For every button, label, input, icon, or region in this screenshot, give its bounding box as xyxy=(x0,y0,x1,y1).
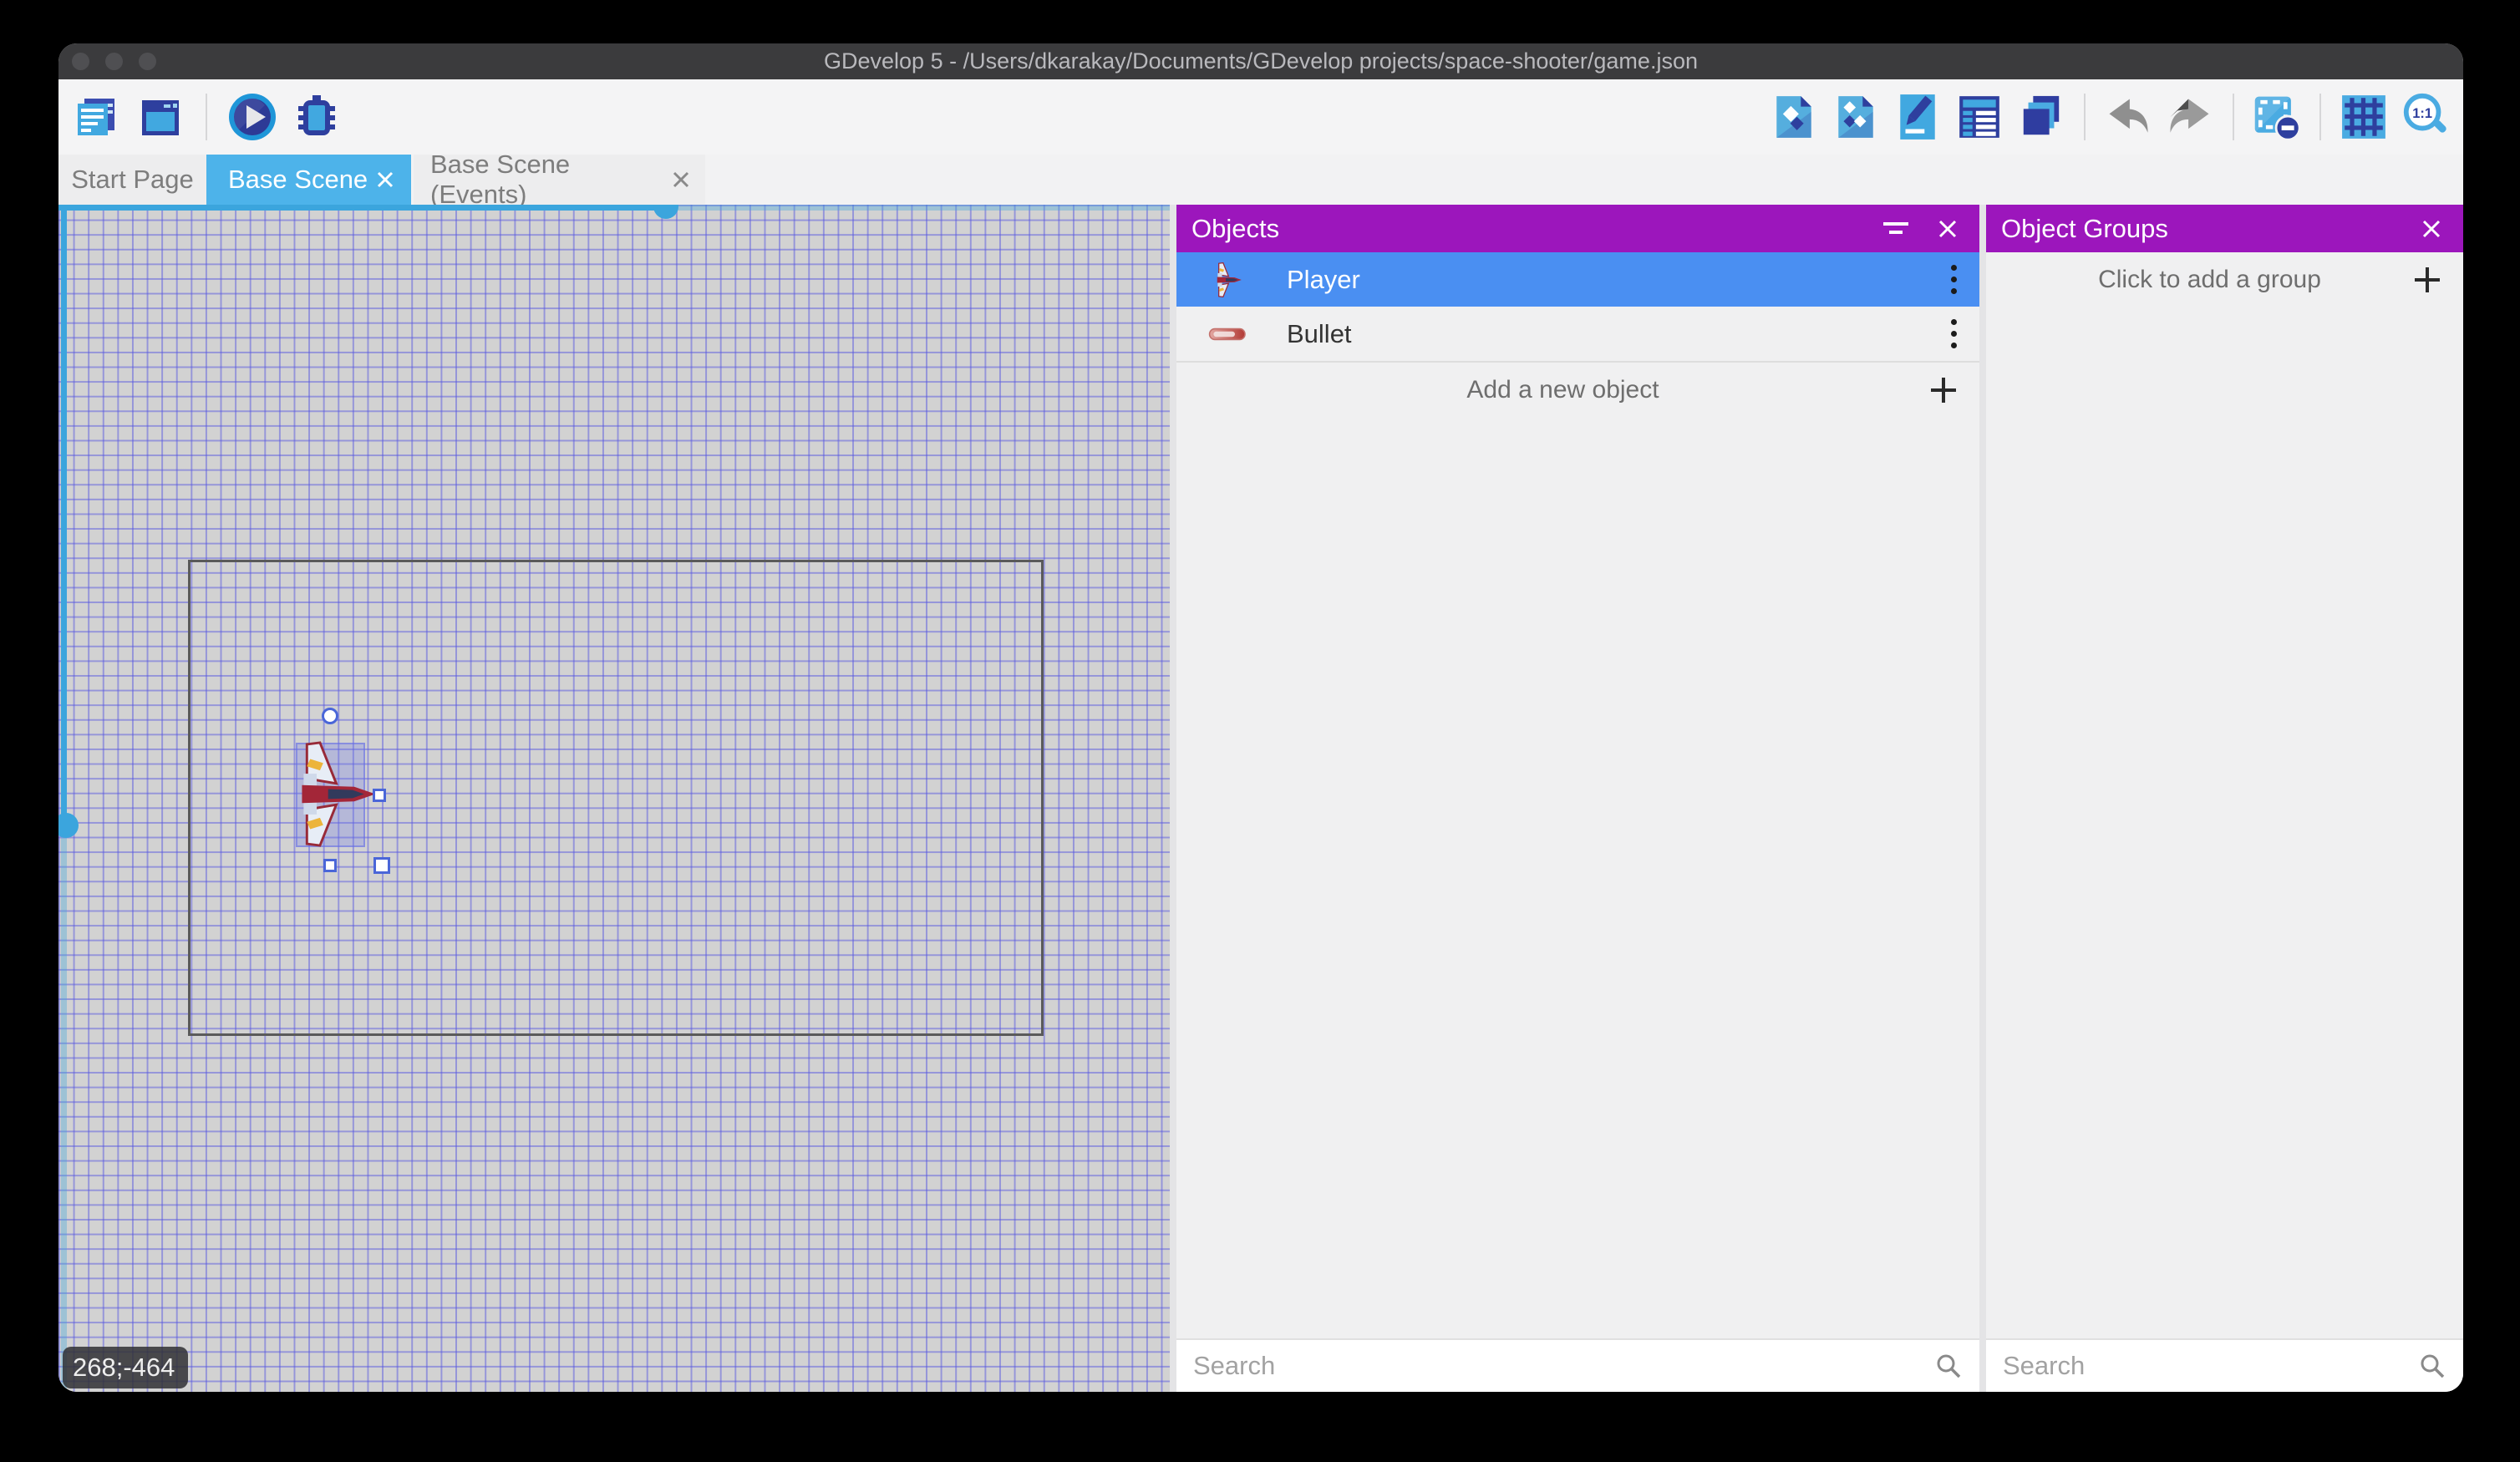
toolbar: 1:1 xyxy=(58,79,2463,155)
screen-background: GDevelop 5 - /Users/dkarakay/Documents/G… xyxy=(0,0,2520,1462)
close-icon[interactable] xyxy=(2416,214,2446,244)
tab-label: Base Scene xyxy=(228,165,368,195)
object-name: Player xyxy=(1287,265,1941,295)
search-icon xyxy=(2418,1352,2446,1380)
object-groups-panel-title: Object Groups xyxy=(2001,214,2168,244)
object-name: Bullet xyxy=(1287,319,1941,349)
zoom-one-to-one-icon[interactable]: 1:1 xyxy=(2401,92,2451,142)
object-groups-panel: Object Groups Click to add a group xyxy=(1986,205,2463,1392)
resize-handle-corner[interactable] xyxy=(373,857,390,874)
horizontal-scrollbar[interactable] xyxy=(58,205,1170,211)
add-object-button[interactable]: Add a new object xyxy=(1176,363,1979,418)
objects-search-input[interactable] xyxy=(1191,1350,1934,1382)
object-groups-panel-header: Object Groups xyxy=(1986,205,2463,252)
resize-handle-right[interactable] xyxy=(373,789,386,802)
debug-icon[interactable] xyxy=(292,92,342,142)
resize-handle-bottom[interactable] xyxy=(323,859,337,872)
objects-panel-header: Objects xyxy=(1176,205,1979,252)
toolbar-separator xyxy=(206,94,207,140)
toggle-mask-icon[interactable] xyxy=(2252,92,2302,142)
instances-list-icon[interactable] xyxy=(1954,92,2004,142)
search-icon xyxy=(1934,1352,1963,1380)
bullet-thumbnail xyxy=(1208,317,1248,352)
tab-close-icon[interactable] xyxy=(668,165,695,194)
toolbar-separator xyxy=(2233,94,2234,140)
rotate-handle[interactable] xyxy=(322,708,338,724)
svg-text:1:1: 1:1 xyxy=(2412,106,2432,121)
gdevelop-window: GDevelop 5 - /Users/dkarakay/Documents/G… xyxy=(58,43,2463,1392)
plus-icon xyxy=(1928,375,1959,405)
player-ship-thumbnail xyxy=(1208,262,1248,297)
pane-divider xyxy=(1979,205,1986,1392)
object-groups-icon[interactable] xyxy=(1831,92,1881,142)
close-window-button[interactable] xyxy=(72,53,89,70)
add-group-button[interactable]: Click to add a group xyxy=(1986,252,2463,307)
layers-panel-icon[interactable] xyxy=(2016,92,2066,142)
add-group-label: Click to add a group xyxy=(2007,266,2412,294)
tab-bar: Start Page Base Scene Base Scene (Events… xyxy=(58,155,2463,205)
objects-panel-icon[interactable] xyxy=(1769,92,1819,142)
titlebar: GDevelop 5 - /Users/dkarakay/Documents/G… xyxy=(58,43,2463,79)
minimize-window-button[interactable] xyxy=(105,53,123,70)
plus-icon xyxy=(2412,265,2442,295)
toggle-grid-icon[interactable] xyxy=(2339,92,2389,142)
toolbar-separator xyxy=(2319,94,2321,140)
project-manager-icon[interactable] xyxy=(71,92,121,142)
cursor-coordinates-badge: 268;-464 xyxy=(63,1347,188,1388)
object-menu-icon[interactable] xyxy=(1941,265,1966,294)
tab-start-page[interactable]: Start Page xyxy=(58,155,206,205)
window-title: GDevelop 5 - /Users/dkarakay/Documents/G… xyxy=(58,48,2463,74)
groups-search-bar xyxy=(1986,1338,2463,1392)
preview-window-icon[interactable] xyxy=(135,92,185,142)
scene-editor-canvas[interactable]: 268;-464 xyxy=(58,205,1170,1392)
traffic-lights xyxy=(72,43,156,79)
play-icon[interactable] xyxy=(227,92,277,142)
tab-close-icon[interactable] xyxy=(371,165,399,194)
tab-base-scene[interactable]: Base Scene xyxy=(206,155,411,205)
object-row-player[interactable]: Player xyxy=(1176,252,1979,307)
filter-icon[interactable] xyxy=(1881,214,1911,244)
vertical-scrollbar[interactable] xyxy=(61,205,67,1392)
toolbar-separator xyxy=(2084,94,2086,140)
tab-base-scene-events[interactable]: Base Scene (Events) xyxy=(414,155,705,205)
tab-label: Start Page xyxy=(71,165,193,195)
zoom-window-button[interactable] xyxy=(139,53,156,70)
redo-icon[interactable] xyxy=(2165,92,2215,142)
pane-divider xyxy=(1170,205,1176,1392)
add-object-label: Add a new object xyxy=(1197,376,1928,404)
tab-label: Base Scene (Events) xyxy=(430,150,668,210)
close-icon[interactable] xyxy=(1933,214,1963,244)
objects-search-bar xyxy=(1176,1338,1979,1392)
vertical-scrollbar-thumb[interactable] xyxy=(58,813,79,838)
objects-panel-title: Objects xyxy=(1191,214,1279,244)
object-row-bullet[interactable]: Bullet xyxy=(1176,307,1979,361)
objects-panel: Objects xyxy=(1176,205,1979,1392)
groups-search-input[interactable] xyxy=(2001,1350,2418,1382)
properties-panel-icon[interactable] xyxy=(1893,92,1943,142)
horizontal-scrollbar-thumb[interactable] xyxy=(653,205,678,219)
object-menu-icon[interactable] xyxy=(1941,319,1966,348)
undo-icon[interactable] xyxy=(2103,92,2153,142)
